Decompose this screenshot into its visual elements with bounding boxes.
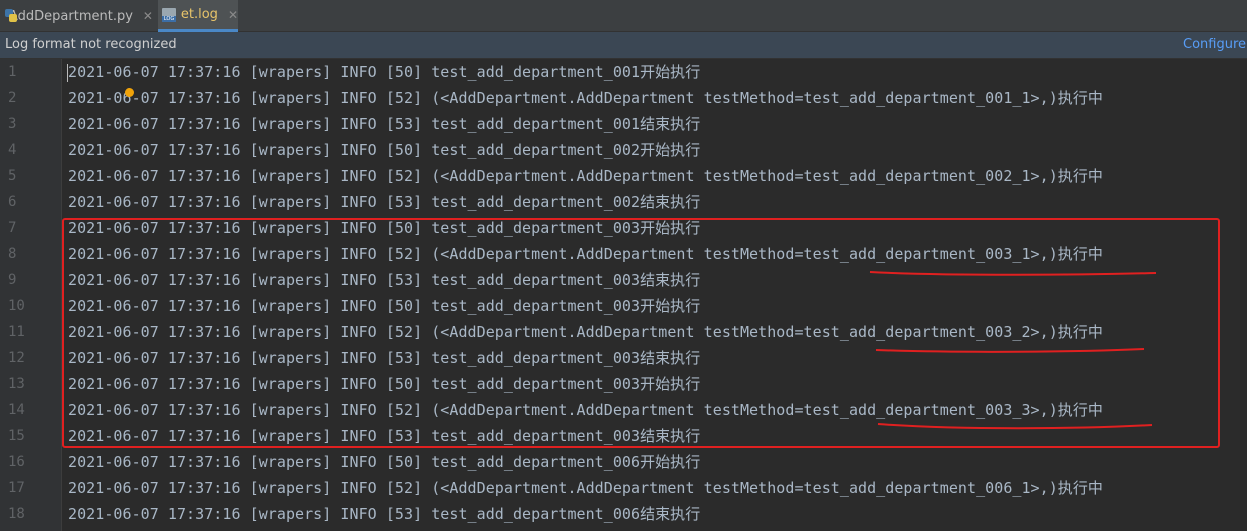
underline-mark	[875, 348, 1145, 353]
underline-annotations	[869, 271, 1157, 430]
underline-mark	[869, 271, 1157, 276]
underline-mark	[877, 423, 1153, 430]
